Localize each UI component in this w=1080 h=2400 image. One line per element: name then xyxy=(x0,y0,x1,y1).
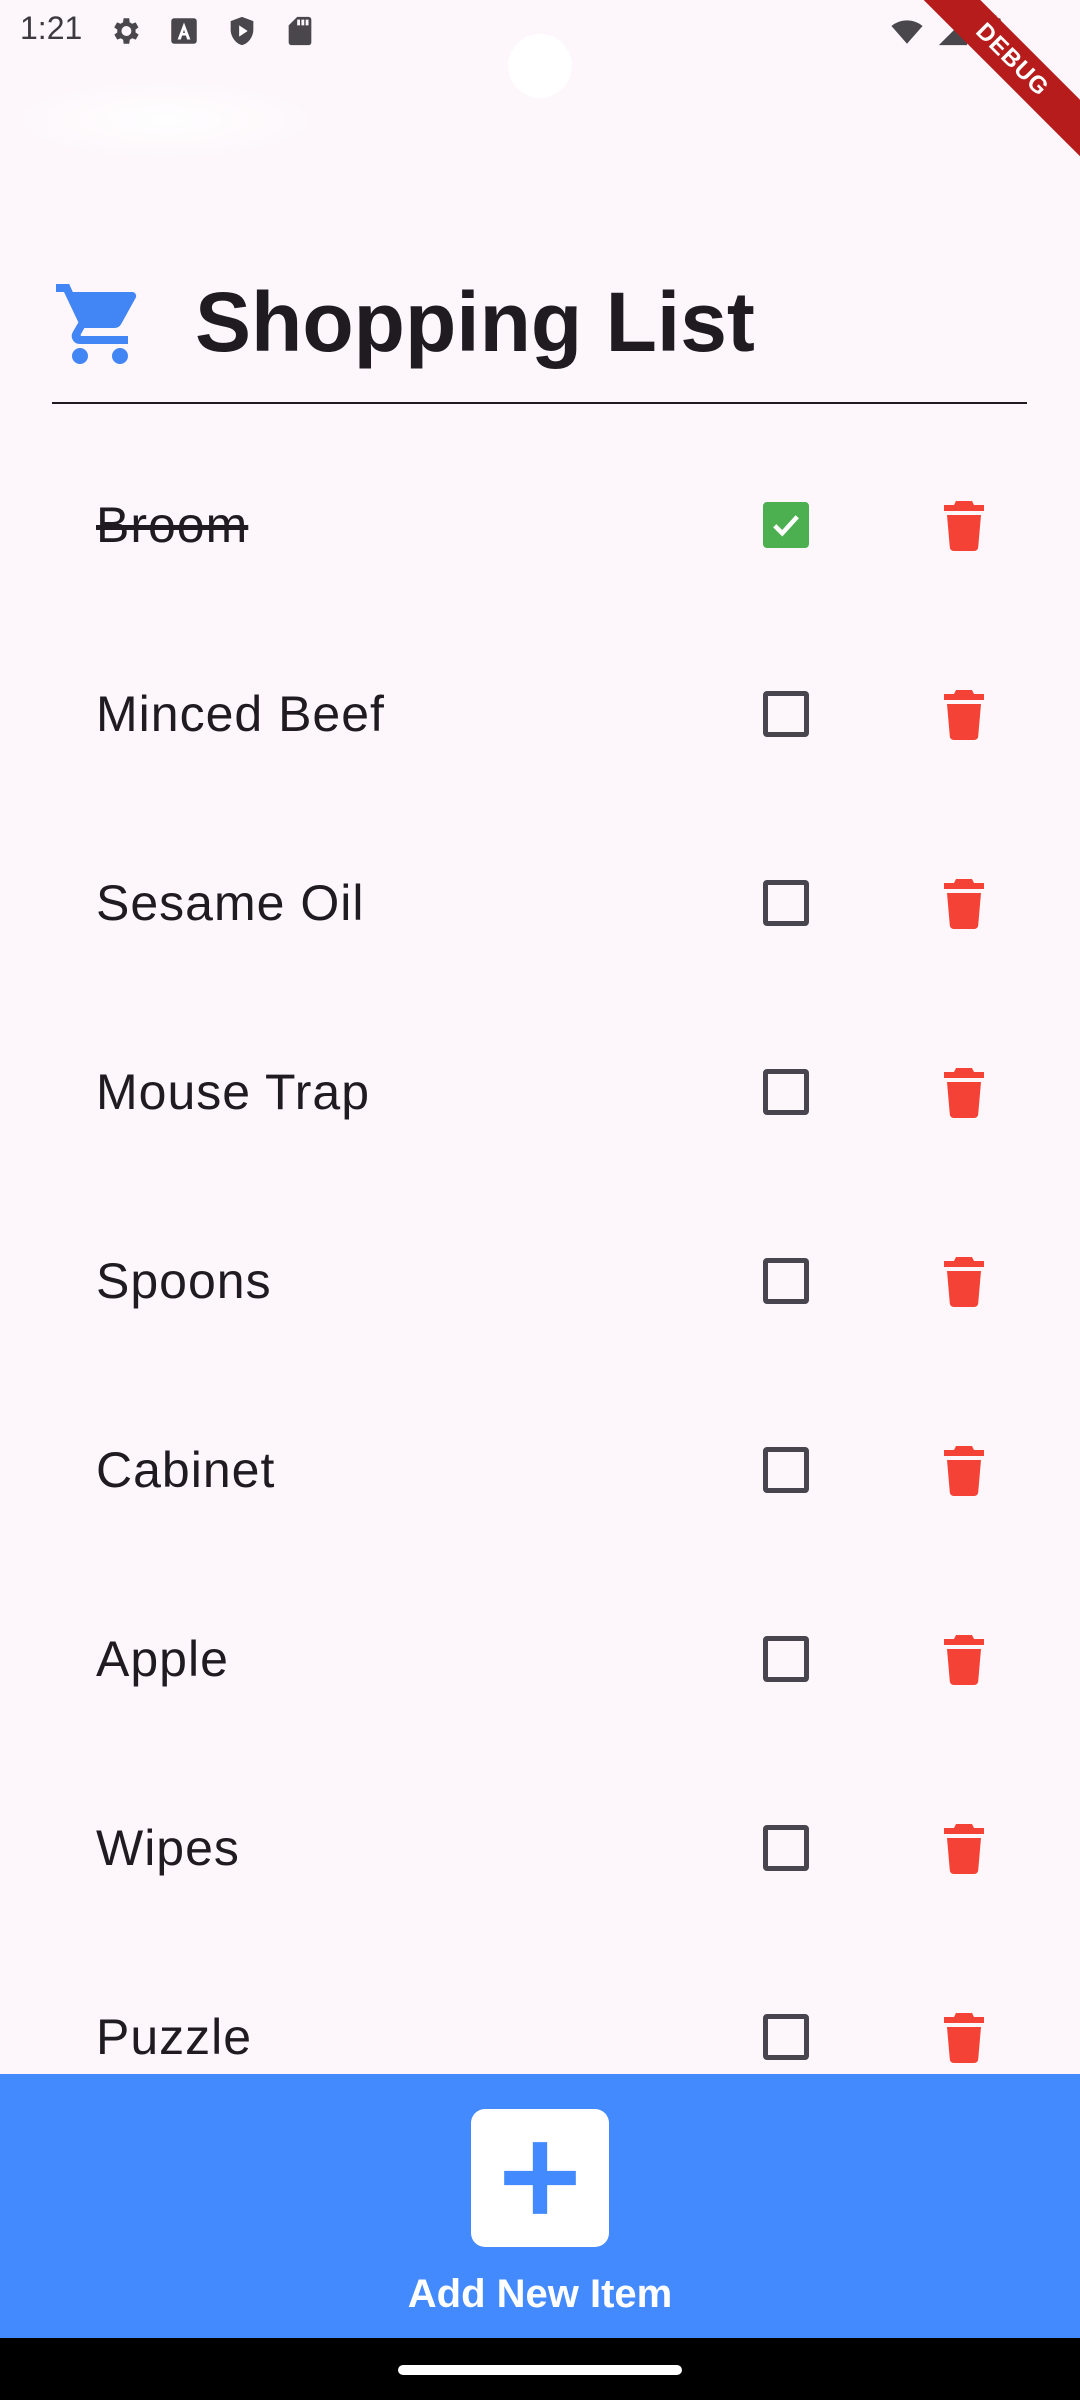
delete-button[interactable] xyxy=(940,1255,988,1307)
camera-cutout xyxy=(508,34,572,98)
item-checkbox[interactable] xyxy=(763,2013,809,2060)
page-header: Shopping List xyxy=(52,272,1027,404)
item-checkbox[interactable] xyxy=(763,501,809,548)
delete-button[interactable] xyxy=(940,1822,988,1874)
shopping-list: Broom Minced Beef Sesame Oil Mouse Trap … xyxy=(0,430,1080,2131)
list-item: Broom xyxy=(0,430,1080,619)
trash-icon xyxy=(944,2012,984,2063)
list-item: Minced Beef xyxy=(0,619,1080,808)
delete-button[interactable] xyxy=(940,1066,988,1118)
item-label: Wipes xyxy=(96,1819,240,1876)
item-label: Apple xyxy=(96,1630,229,1687)
item-checkbox[interactable] xyxy=(763,690,809,737)
item-label: Puzzle xyxy=(96,2008,253,2065)
trash-icon xyxy=(944,1067,984,1118)
list-item: Sesame Oil xyxy=(0,808,1080,997)
delete-button[interactable] xyxy=(940,877,988,929)
delete-button[interactable] xyxy=(940,2011,988,2063)
item-checkbox[interactable] xyxy=(763,1635,809,1682)
item-label: Cabinet xyxy=(96,1441,276,1498)
add-item-bar: Add New Item xyxy=(0,2074,1080,2338)
item-label: Broom xyxy=(96,496,249,553)
checkmark-icon xyxy=(773,514,799,537)
item-checkbox[interactable] xyxy=(763,879,809,926)
list-item: Spoons xyxy=(0,1186,1080,1375)
trash-icon xyxy=(944,1256,984,1307)
trash-icon xyxy=(944,689,984,740)
settings-icon xyxy=(108,14,142,48)
list-item: Mouse Trap xyxy=(0,997,1080,1186)
delete-button[interactable] xyxy=(940,499,988,551)
debug-banner-label: DEBUG xyxy=(910,0,1080,167)
item-checkbox[interactable] xyxy=(763,1068,809,1115)
list-item: Cabinet xyxy=(0,1375,1080,1564)
font-a-icon xyxy=(167,14,201,48)
item-checkbox[interactable] xyxy=(763,1257,809,1304)
plus-icon xyxy=(504,2142,576,2214)
page-title: Shopping List xyxy=(195,275,755,369)
shopping-cart-icon xyxy=(52,276,148,372)
trash-icon xyxy=(944,878,984,929)
shield-play-icon xyxy=(225,14,259,48)
system-nav-bar xyxy=(0,2338,1080,2400)
trash-icon xyxy=(944,1634,984,1685)
add-item-label[interactable]: Add New Item xyxy=(0,2272,1080,2317)
sd-card-icon xyxy=(283,14,317,48)
blurred-region xyxy=(10,80,320,160)
delete-button[interactable] xyxy=(940,1444,988,1496)
item-checkbox[interactable] xyxy=(763,1446,809,1493)
home-gesture-handle[interactable] xyxy=(398,2365,682,2375)
status-time: 1:21 xyxy=(20,10,83,46)
list-item: Wipes xyxy=(0,1753,1080,1942)
list-item: Apple xyxy=(0,1564,1080,1753)
trash-icon xyxy=(944,500,984,551)
item-label: Sesame Oil xyxy=(96,874,365,931)
delete-button[interactable] xyxy=(940,688,988,740)
item-label: Mouse Trap xyxy=(96,1063,371,1120)
delete-button[interactable] xyxy=(940,1633,988,1685)
add-item-button[interactable] xyxy=(471,2109,609,2247)
item-label: Spoons xyxy=(96,1252,272,1309)
debug-banner: DEBUG xyxy=(910,0,1080,170)
item-label: Minced Beef xyxy=(96,685,385,742)
trash-icon xyxy=(944,1823,984,1874)
trash-icon xyxy=(944,1445,984,1496)
item-checkbox[interactable] xyxy=(763,1824,809,1871)
